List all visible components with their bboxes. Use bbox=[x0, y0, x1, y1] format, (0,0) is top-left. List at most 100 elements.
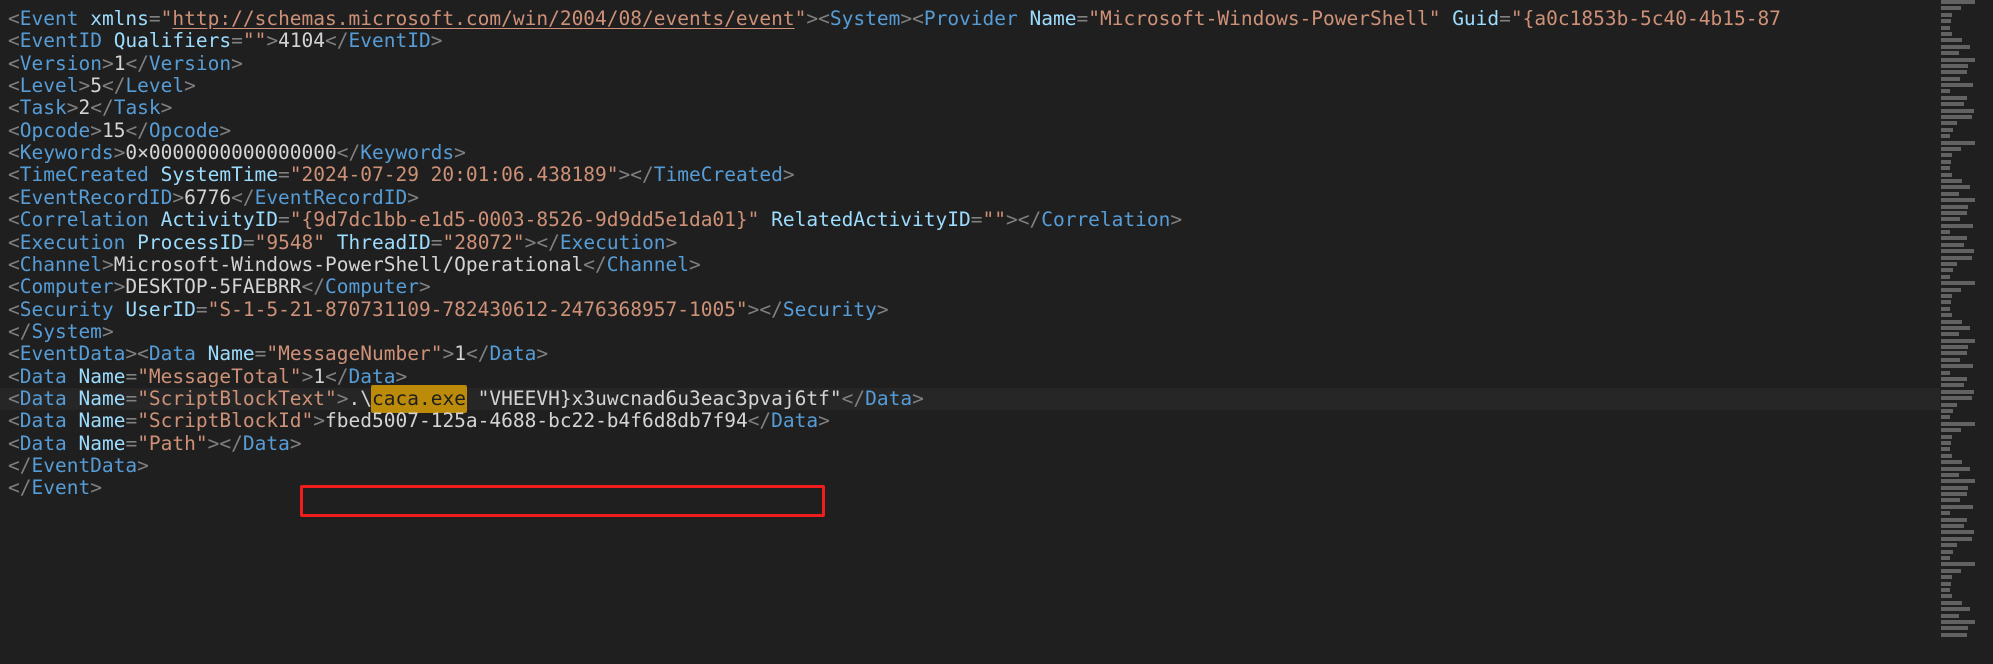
code-line[interactable]: </System> bbox=[0, 320, 114, 343]
xml-tag-name: Level bbox=[19, 74, 79, 98]
minimap-line bbox=[1940, 415, 1979, 420]
minimap-line bbox=[1940, 44, 1979, 49]
minimap-token bbox=[1941, 600, 1962, 605]
minimap-token bbox=[1941, 95, 1967, 100]
code-line[interactable]: <Data Name="ScriptBlockId">fbed5007-125a… bbox=[0, 410, 830, 432]
code-line[interactable]: <Data Name="Path"></Data> bbox=[0, 431, 302, 455]
vertical-scrollbar-track[interactable] bbox=[1979, 0, 1993, 664]
minimap-token bbox=[1941, 274, 1950, 279]
find-match-highlight[interactable]: caca.exe bbox=[372, 385, 466, 412]
code-line[interactable]: <Security UserID="S-1-5-21-870731109-782… bbox=[0, 297, 889, 321]
xml-punctuation: </ bbox=[759, 297, 783, 321]
minimap-line bbox=[1940, 619, 1979, 624]
code-line[interactable]: <Computer>DESKTOP-5FAEBRR</Computer> bbox=[0, 276, 431, 298]
xml-attribute-value: "ScriptBlockText" bbox=[137, 386, 337, 410]
code-line[interactable]: <TimeCreated SystemTime="2024-07-29 20:0… bbox=[0, 164, 795, 186]
code-line[interactable]: <Level>5</Level> bbox=[0, 74, 196, 98]
minimap-line bbox=[1940, 549, 1979, 554]
code-line[interactable]: </Event> bbox=[0, 477, 102, 499]
xml-editor[interactable]: <Event xmlns="http://schemas.microsoft.c… bbox=[0, 0, 1993, 664]
xml-tag-name: Task bbox=[113, 96, 161, 120]
xml-attribute-value: "" bbox=[982, 208, 1006, 232]
minimap-line bbox=[1940, 626, 1979, 631]
minimap-token bbox=[1941, 402, 1957, 407]
xml-text-node bbox=[125, 231, 137, 254]
code-line[interactable]: <Opcode>15</Opcode> bbox=[0, 118, 231, 142]
code-line[interactable]: </EventData> bbox=[0, 454, 149, 477]
code-line[interactable]: <EventRecordID>6776</EventRecordID> bbox=[0, 186, 419, 209]
code-line[interactable]: <EventData><Data Name="MessageNumber">1<… bbox=[0, 343, 548, 365]
minimap-line bbox=[1940, 0, 1979, 4]
minimap-token bbox=[1941, 370, 1950, 375]
minimap-token bbox=[1941, 89, 1950, 94]
code-content-area[interactable]: <Event xmlns="http://schemas.microsoft.c… bbox=[0, 0, 1940, 664]
code-line[interactable]: <Correlation ActivityID="{9d7dc1bb-e1d5-… bbox=[0, 208, 1183, 232]
minimap-token bbox=[1941, 428, 1961, 433]
code-line[interactable]: <Version>1</Version> bbox=[0, 51, 243, 75]
xml-tag-name: Computer bbox=[325, 275, 419, 299]
code-line[interactable]: <Keywords>0×0000000000000000</Keywords> bbox=[0, 141, 466, 165]
code-line[interactable]: <EventID Qualifiers="">4104</EventID> bbox=[0, 30, 442, 52]
minimap-line bbox=[1940, 313, 1979, 318]
code-line[interactable]: <Data Name="ScriptBlockText">.\caca.exe … bbox=[0, 385, 924, 412]
code-line[interactable]: <Channel>Microsoft-Windows-PowerShell/Op… bbox=[0, 252, 701, 276]
xml-tag-name: TimeCreated bbox=[653, 163, 783, 187]
minimap-token bbox=[1941, 389, 1974, 394]
minimap-token bbox=[1941, 217, 1960, 222]
xml-text-node: 1 bbox=[113, 51, 126, 75]
minimap-line bbox=[1940, 31, 1979, 36]
xml-punctuation: > bbox=[418, 275, 431, 299]
minimap-line bbox=[1940, 166, 1979, 171]
minimap-line bbox=[1940, 562, 1979, 567]
minimap-token bbox=[1941, 485, 1968, 490]
minimap-token bbox=[1941, 313, 1952, 318]
xml-text-node: "VHEEVH}x3uwcnad6u3eac3pvaj6tf" bbox=[465, 386, 842, 410]
minimap-token bbox=[1941, 223, 1973, 228]
xml-attribute-name: UserID bbox=[125, 297, 196, 321]
minimap-token bbox=[1941, 498, 1960, 503]
xml-text-node bbox=[196, 342, 208, 365]
xml-attribute-value: " bbox=[794, 7, 807, 30]
xml-punctuation: = bbox=[1499, 7, 1511, 30]
xml-attribute-name: RelatedActivityID bbox=[771, 208, 971, 232]
xml-punctuation: = bbox=[125, 386, 138, 410]
minimap-line bbox=[1940, 268, 1979, 273]
code-line[interactable]: <Task>2</Task> bbox=[0, 97, 172, 119]
minimap-line bbox=[1940, 287, 1979, 292]
xml-tag-name: Data bbox=[242, 431, 290, 455]
xml-punctuation: > bbox=[90, 118, 102, 142]
minimap-line bbox=[1940, 409, 1979, 413]
code-line[interactable]: <Event xmlns="http://schemas.microsoft.c… bbox=[0, 7, 1781, 30]
minimap-token bbox=[1941, 479, 1975, 484]
minimap-line bbox=[1940, 140, 1979, 145]
xml-punctuation: > bbox=[536, 342, 549, 366]
code-line[interactable]: <Execution ProcessID="9548" ThreadID="28… bbox=[0, 231, 677, 254]
xml-text-node: fbed5007-125a-4688-bc22-b4f6d8db7f94 bbox=[325, 409, 748, 433]
xml-tag-name: Security bbox=[782, 297, 877, 321]
minimap-line bbox=[1940, 12, 1979, 17]
minimap-line bbox=[1940, 172, 1979, 177]
xml-attribute-name: ActivityID bbox=[160, 208, 279, 232]
minimap-line bbox=[1940, 70, 1979, 75]
xml-punctuation: > bbox=[125, 342, 138, 366]
minimap-line bbox=[1940, 389, 1979, 394]
minimap-token bbox=[1941, 198, 1975, 203]
xml-punctuation: </ bbox=[336, 141, 361, 165]
xml-punctuation: </ bbox=[219, 431, 243, 455]
xml-punctuation: > bbox=[1170, 208, 1183, 232]
minimap-token bbox=[1941, 242, 1964, 247]
xml-punctuation: = bbox=[231, 29, 243, 53]
xml-text-node bbox=[67, 432, 79, 455]
minimap-token bbox=[1941, 306, 1950, 311]
minimap[interactable] bbox=[1940, 0, 1979, 664]
minimap-line bbox=[1940, 95, 1979, 100]
minimap-token bbox=[1941, 249, 1974, 254]
minimap-line bbox=[1940, 223, 1979, 228]
xml-punctuation: < bbox=[137, 342, 149, 366]
minimap-token bbox=[1941, 357, 1960, 362]
xml-punctuation: </ bbox=[583, 252, 607, 276]
minimap-token bbox=[1941, 415, 1950, 420]
minimap-line bbox=[1940, 51, 1979, 56]
code-line[interactable]: <Data Name="MessageTotal">1</Data> bbox=[0, 365, 407, 388]
namespace-url-link[interactable]: http://schemas.microsoft.com/win/2004/08… bbox=[172, 7, 794, 30]
